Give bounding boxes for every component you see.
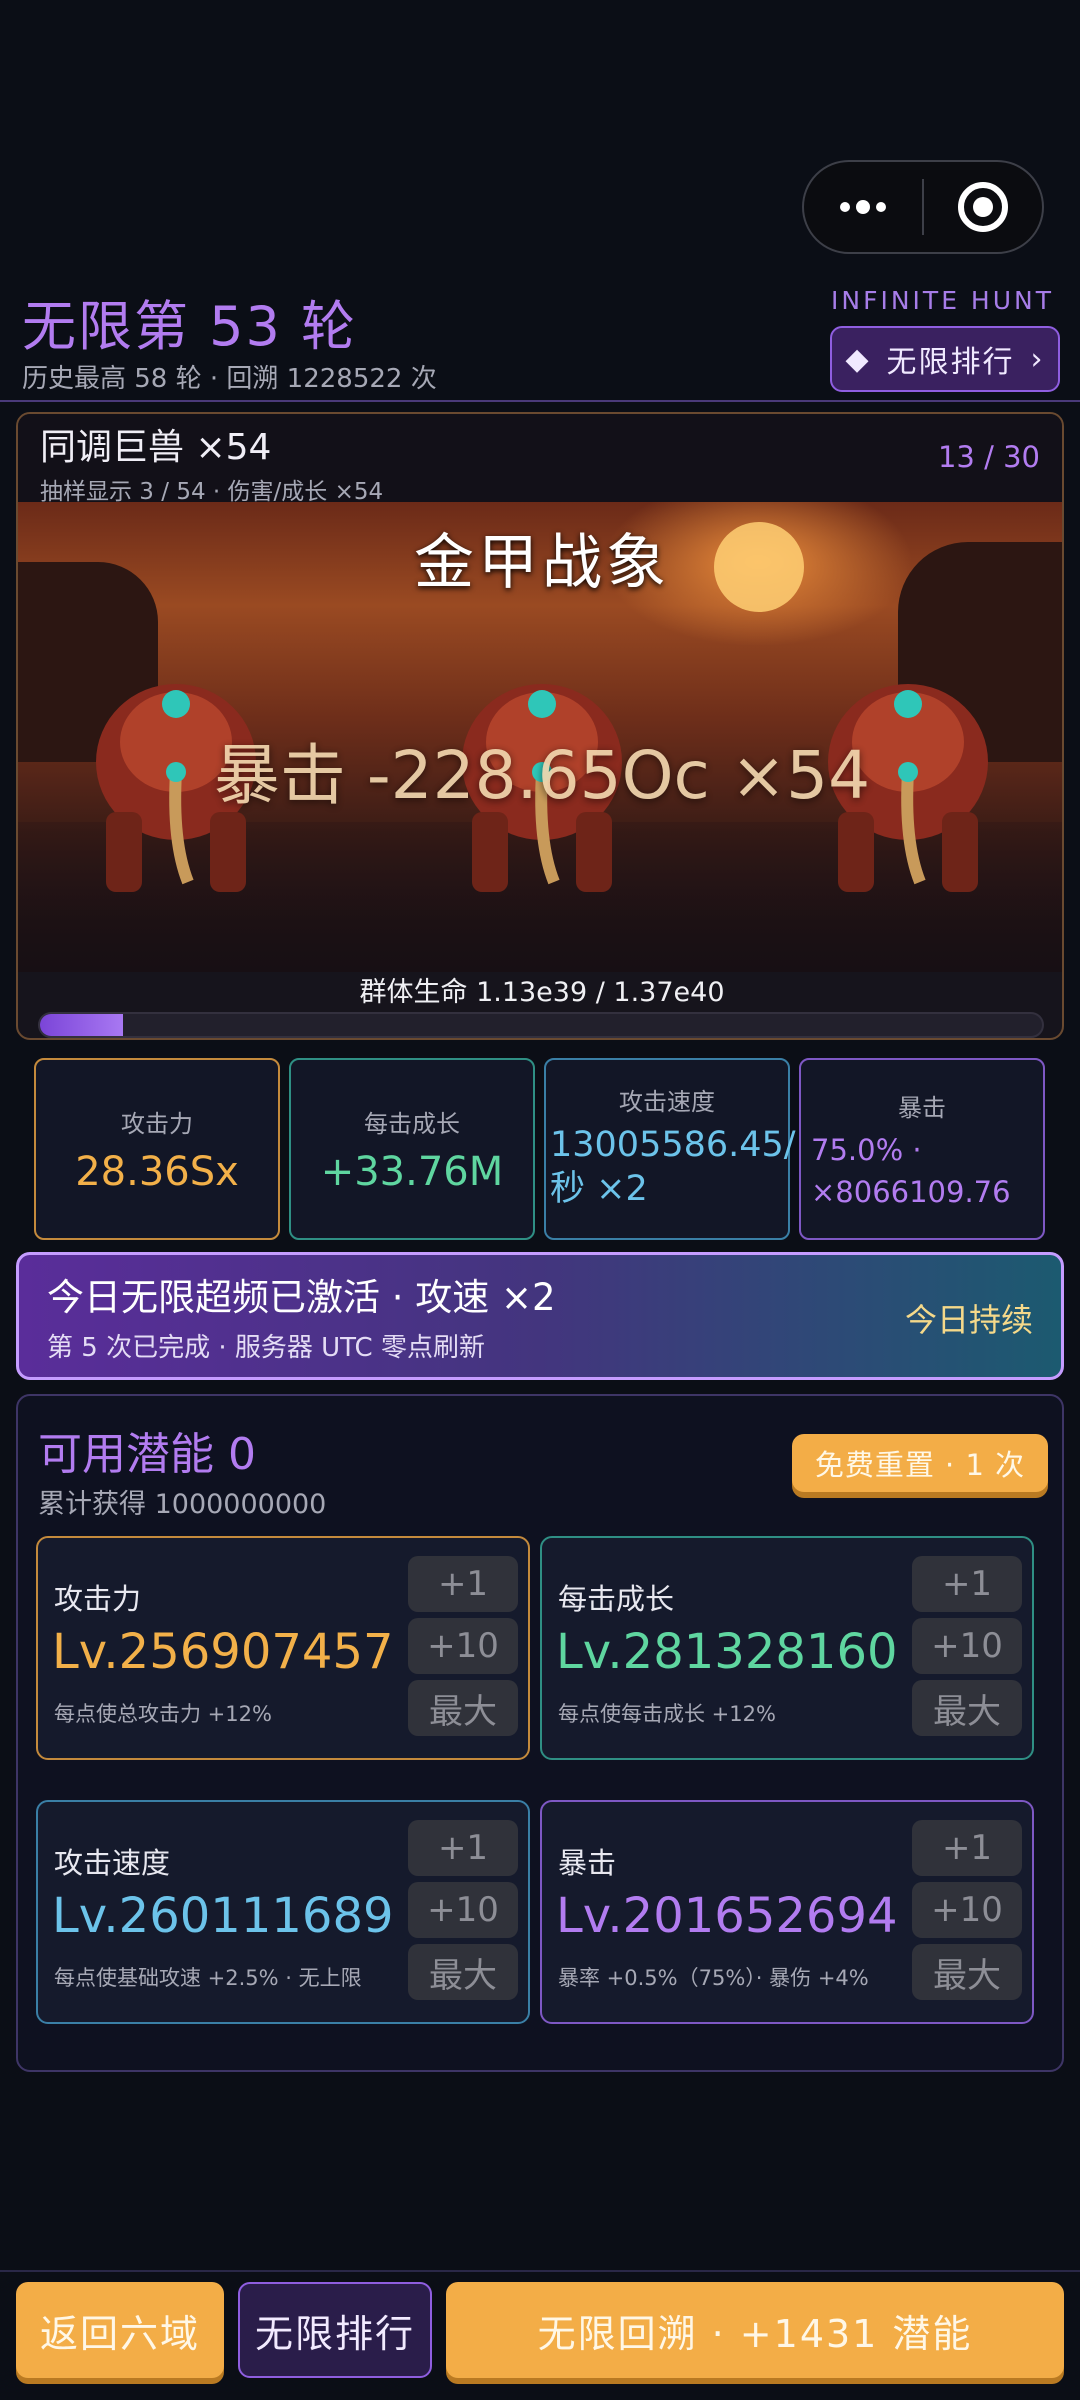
- plus-10-button[interactable]: +10: [408, 1618, 518, 1674]
- upgrade-level: Lv.260111689: [52, 1888, 394, 1944]
- stat-crit-value: 75.0% · ×8066109.76: [811, 1133, 1011, 1209]
- mini-program-capsule: [802, 160, 1044, 254]
- group-hp-label: 群体生命 1.13e39 / 1.37e40: [359, 977, 725, 1008]
- plus-1-button[interactable]: +1: [408, 1556, 518, 1612]
- stat-speed-label: 攻击速度: [619, 1088, 715, 1116]
- stat-attack-label: 攻击力: [121, 1110, 193, 1138]
- upgrade-name: 每击成长: [558, 1582, 675, 1616]
- overclock-subtitle: 第 5 次已完成 · 服务器 UTC 零点刷新: [47, 1333, 485, 1363]
- stat-attack: 攻击力 28.36Sx: [34, 1058, 280, 1240]
- upgrade-card-growth: 每击成长 Lv.281328160 每点使每击成长 +12% +1 +10 最大: [540, 1536, 1034, 1760]
- chevron-right-icon: ›: [1030, 341, 1045, 377]
- stat-growth: 每击成长 +33.76M: [289, 1058, 535, 1240]
- stat-growth-label: 每击成长: [364, 1110, 460, 1138]
- header-divider: [0, 400, 1080, 402]
- upgrade-level: Lv.256907457: [52, 1624, 394, 1680]
- more-options-button[interactable]: [804, 162, 922, 252]
- plus-10-button[interactable]: +10: [408, 1882, 518, 1938]
- upgrade-name: 暴击: [558, 1846, 617, 1880]
- back-to-six-realms-button[interactable]: 返回六域: [16, 2282, 224, 2378]
- infinite-hunt-label: INFINITE HUNT: [831, 286, 1054, 315]
- free-reset-button[interactable]: 免费重置 · 1 次: [792, 1434, 1048, 1492]
- boss-panel: 同调巨兽 ×54 抽样显示 3 / 54 · 伤害/成长 ×54 13 / 30…: [16, 412, 1064, 1040]
- max-button[interactable]: 最大: [912, 1680, 1022, 1736]
- overclock-banner: 今日无限超频已激活 · 攻速 ×2 第 5 次已完成 · 服务器 UTC 零点刷…: [16, 1252, 1064, 1380]
- potential-panel: 可用潜能 0 累计获得 1000000000 免费重置 · 1 次 攻击力 Lv…: [16, 1394, 1064, 2072]
- total-potential-earned: 累计获得 1000000000: [38, 1489, 327, 1520]
- available-potential: 可用潜能 0: [38, 1429, 256, 1480]
- plus-1-button[interactable]: +1: [912, 1820, 1022, 1876]
- stat-attack-value: 28.36Sx: [75, 1149, 239, 1195]
- upgrade-level: Lv.201652694: [556, 1888, 898, 1944]
- target-circle-icon: [958, 182, 1008, 232]
- stat-speed-value: 13005586.45/秒 ×2: [550, 1125, 796, 1209]
- upgrade-card-attack: 攻击力 Lv.256907457 每点使总攻击力 +12% +1 +10 最大: [36, 1536, 530, 1760]
- upgrade-description: 每点使总攻击力 +12%: [54, 1702, 272, 1726]
- boss-name: 同调巨兽 ×54: [40, 427, 272, 468]
- stat-crit-label: 暴击: [898, 1094, 946, 1122]
- group-hp-bar: [38, 1012, 1044, 1038]
- infinite-rank-button[interactable]: ◆ 无限排行 ›: [830, 326, 1060, 392]
- upgrade-description: 每点使每击成长 +12%: [558, 1702, 776, 1726]
- upgrade-card-crit: 暴击 Lv.201652694 暴率 +0.5%（75%）· 暴伤 +4% +1…: [540, 1800, 1034, 2024]
- stat-growth-value: +33.76M: [320, 1149, 504, 1195]
- more-dots-icon: [840, 200, 886, 214]
- plus-10-button[interactable]: +10: [912, 1618, 1022, 1674]
- upgrade-description: 每点使基础攻速 +2.5% · 无上限: [54, 1966, 362, 1990]
- upgrade-description: 暴率 +0.5%（75%）· 暴伤 +4%: [558, 1966, 869, 1990]
- boss-progress-count: 13 / 30: [937, 440, 1040, 474]
- max-button[interactable]: 最大: [912, 1944, 1022, 2000]
- group-hp-fill: [40, 1014, 123, 1036]
- infinite-rank-label: 无限排行: [886, 345, 1015, 380]
- round-subtitle: 历史最高 58 轮 · 回溯 1228522 次: [22, 364, 437, 394]
- stat-speed: 攻击速度 13005586.45/秒 ×2: [544, 1058, 796, 1240]
- plus-1-button[interactable]: +1: [408, 1820, 518, 1876]
- crit-damage-popup: 暴击 -228.65Oc ×54: [213, 737, 871, 814]
- plus-10-button[interactable]: +10: [912, 1882, 1022, 1938]
- boss-title: 金甲战象: [414, 528, 670, 598]
- stat-crit: 暴击 75.0% · ×8066109.76: [799, 1058, 1045, 1240]
- close-mini-program-button[interactable]: [924, 162, 1042, 252]
- overclock-duration: 今日持续: [904, 1301, 1033, 1339]
- upgrade-name: 攻击力: [54, 1582, 142, 1616]
- max-button[interactable]: 最大: [408, 1944, 518, 2000]
- diamond-icon: ◆: [845, 341, 871, 377]
- upgrade-card-speed: 攻击速度 Lv.260111689 每点使基础攻速 +2.5% · 无上限 +1…: [36, 1800, 530, 2024]
- bottom-rank-button[interactable]: 无限排行: [238, 2282, 432, 2378]
- bottom-divider: [0, 2270, 1080, 2272]
- upgrade-name: 攻击速度: [54, 1846, 171, 1880]
- upgrade-level: Lv.281328160: [556, 1624, 898, 1680]
- max-button[interactable]: 最大: [408, 1680, 518, 1736]
- plus-1-button[interactable]: +1: [912, 1556, 1022, 1612]
- overclock-title: 今日无限超频已激活 · 攻速 ×2: [47, 1276, 556, 1319]
- infinite-rebirth-button[interactable]: 无限回溯 · +1431 潜能: [446, 2282, 1064, 2378]
- boss-subtitle: 抽样显示 3 / 54 · 伤害/成长 ×54: [40, 479, 384, 505]
- round-title: 无限第 53 轮: [22, 295, 358, 358]
